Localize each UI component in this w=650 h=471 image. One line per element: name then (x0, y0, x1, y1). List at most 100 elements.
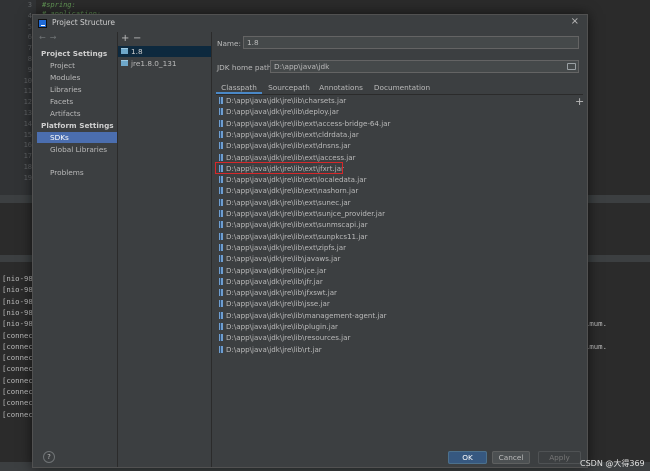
close-icon[interactable]: × (571, 16, 579, 27)
classpath-item-label: D:\app\java\jdk\jre\lib\jce.jar (226, 265, 327, 275)
line-number: 12 (23, 98, 32, 107)
jar-icon (219, 97, 223, 104)
classpath-item-label: D:\app\java\jdk\jre\lib\resources.jar (226, 333, 351, 343)
classpath-item[interactable]: D:\app\java\jdk\jre\lib\jsse.jar (216, 298, 572, 309)
line-number: 19 (23, 173, 32, 182)
classpath-item[interactable]: D:\app\java\jdk\jre\lib\ext\sunec.jar (216, 197, 572, 208)
line-number: 15 (23, 130, 32, 139)
apply-button[interactable]: Apply (538, 451, 581, 464)
name-field[interactable]: 1.8 (243, 36, 579, 49)
cancel-button[interactable]: Cancel (492, 451, 530, 464)
classpath-item-label: D:\app\java\jdk\jre\lib\charsets.jar (226, 96, 347, 105)
sdk-list-panel: + − 1.8 jre1.8.0_131 (118, 32, 211, 467)
classpath-item[interactable]: D:\app\java\jdk\jre\lib\deploy.jar (216, 106, 572, 117)
classpath-item[interactable]: D:\app\java\jdk\jre\lib\management-agent… (216, 310, 572, 321)
jar-icon (219, 187, 223, 195)
jar-icon (219, 311, 223, 319)
classpath-item-label: D:\app\java\jdk\jre\lib\ext\dnsns.jar (226, 141, 351, 151)
sdk-item-label: 1.8 (131, 47, 143, 56)
jar-icon (219, 243, 223, 251)
ok-button[interactable]: OK (448, 451, 487, 464)
jdk-home-label: JDK home path: (217, 63, 274, 72)
platform-settings-header: Platform Settings (41, 121, 114, 130)
jar-icon (219, 130, 223, 138)
nav-item-artifacts[interactable]: Artifacts (37, 108, 117, 119)
classpath-item-label: D:\app\java\jdk\jre\lib\ext\sunjce_provi… (226, 209, 386, 218)
classpath-item[interactable]: D:\app\java\jdk\jre\lib\resources.jar (216, 332, 572, 343)
jar-icon (219, 232, 223, 240)
jar-icon (219, 153, 223, 161)
classpath-item[interactable]: D:\app\java\jdk\jre\lib\ext\sunmscapi.ja… (216, 219, 572, 230)
tab-annotations[interactable]: Annotations (315, 81, 367, 94)
classpath-item[interactable]: D:\app\java\jdk\jre\lib\ext\dnsns.jar (216, 140, 572, 151)
classpath-item[interactable]: D:\app\java\jdk\jre\lib\ext\cldrdata.jar (216, 129, 572, 140)
remove-sdk-button[interactable]: − (133, 33, 141, 44)
classpath-item-label: D:\app\java\jdk\jre\lib\ext\nashorn.jar (226, 186, 359, 196)
classpath-item[interactable]: D:\app\java\jdk\jre\lib\jfxswt.jar (216, 287, 572, 298)
nav-item-libraries[interactable]: Libraries (37, 84, 117, 95)
classpath-item[interactable]: D:\app\java\jdk\jre\lib\ext\zipfs.jar (216, 242, 572, 253)
folder-icon (121, 48, 128, 54)
console-line-tail: imum. (585, 319, 607, 328)
classpath-item-label: D:\app\java\jdk\jre\lib\jfxswt.jar (226, 288, 337, 298)
jar-icon (219, 255, 223, 263)
classpath-item[interactable]: D:\app\java\jdk\jre\lib\javaws.jar (216, 253, 572, 264)
line-number: 13 (23, 109, 32, 117)
classpath-item-label: D:\app\java\jdk\jre\lib\ext\access-bridg… (226, 118, 391, 128)
add-sdk-button[interactable]: + (121, 33, 129, 44)
jar-icon (219, 323, 223, 330)
jar-icon (219, 221, 223, 229)
dialog-titlebar[interactable]: Project Structure × (33, 15, 587, 32)
nav-item-global-libraries[interactable]: Global Libraries (37, 144, 117, 155)
jdk-home-field[interactable]: D:\app\java\jdk (270, 60, 579, 73)
classpath-item[interactable]: D:\app\java\jdk\jre\lib\plugin.jar (216, 321, 572, 332)
sdk-item-1-8[interactable]: 1.8 (118, 46, 211, 57)
classpath-item[interactable]: D:\app\java\jdk\jre\lib\ext\nashorn.jar (216, 185, 572, 196)
classpath-item[interactable]: D:\app\java\jdk\jre\lib\ext\sunjce_provi… (216, 208, 572, 219)
sdk-divider[interactable] (211, 32, 212, 467)
back-forward-arrows[interactable]: ←→ (39, 33, 60, 42)
tab-classpath[interactable]: Classpath (216, 81, 262, 94)
jar-icon (219, 300, 223, 308)
nav-item-problems[interactable]: Problems (37, 167, 117, 178)
nav-item-modules[interactable]: Modules (37, 72, 117, 83)
classpath-item[interactable]: D:\app\java\jdk\jre\lib\jce.jar (216, 265, 572, 276)
jar-icon (219, 108, 223, 116)
classpath-item[interactable]: D:\app\java\jdk\jre\lib\rt.jar (216, 344, 572, 355)
help-button[interactable]: ? (43, 451, 55, 463)
classpath-item-label: D:\app\java\jdk\jre\lib\plugin.jar (226, 322, 338, 331)
jdk-home-value: D:\app\java\jdk (274, 62, 330, 71)
jar-icon (219, 289, 223, 297)
nav-item-sdks[interactable]: SDKs (37, 132, 117, 143)
project-settings-header: Project Settings (41, 49, 108, 58)
classpath-item-label: D:\app\java\jdk\jre\lib\jsse.jar (226, 299, 330, 309)
tab-sourcepath[interactable]: Sourcepath (265, 81, 313, 94)
tab-documentation-paths[interactable]: Documentation Paths (366, 81, 438, 105)
nav-item-project[interactable]: Project (37, 60, 117, 71)
dialog-title: Project Structure (52, 18, 115, 27)
add-path-button[interactable]: + (575, 95, 584, 108)
name-label: Name: (217, 39, 241, 48)
line-number: 18 (23, 163, 32, 171)
line-gutter: 3 4 5 6 7 8 9 10 11 12 13 14 15 16 17 18 19 (0, 0, 36, 195)
classpath-item-label: D:\app\java\jdk\jre\lib\ext\zipfs.jar (226, 242, 347, 252)
screen: 345678910111213141516171819 #spring: # a… (0, 0, 650, 471)
classpath-item[interactable]: D:\app\java\jdk\jre\lib\ext\access-bridg… (216, 118, 572, 129)
classpath-item[interactable]: D:\app\java\jdk\jre\lib\ext\sunpkcs11.ja… (216, 231, 572, 242)
jar-icon (219, 277, 223, 285)
nav-item-facets[interactable]: Facets (37, 96, 117, 107)
sdk-item-label: jre1.8.0_131 (131, 59, 177, 68)
classpath-item-label: D:\app\java\jdk\jre\lib\jfr.jar (226, 276, 323, 286)
project-structure-dialog: Project Structure × ←→ Project Settings … (32, 14, 588, 468)
classpath-list[interactable]: D:\app\java\jdk\jre\lib\charsets.jar D:\a… (216, 95, 572, 459)
jar-icon (219, 266, 223, 274)
folder-browse-icon[interactable] (567, 63, 576, 70)
intellij-app-icon (38, 19, 47, 28)
classpath-item[interactable]: D:\app\java\jdk\jre\lib\jfr.jar (216, 276, 572, 287)
line-number: 17 (23, 152, 32, 161)
classpath-item[interactable]: D:\app\java\jdk\jre\lib\charsets.jar (216, 95, 572, 106)
classpath-item-label: D:\app\java\jdk\jre\lib\ext\localedata.j… (226, 175, 367, 185)
sdk-item-jre[interactable]: jre1.8.0_131 (118, 58, 211, 69)
classpath-item-label: D:\app\java\jdk\jre\lib\rt.jar (226, 344, 322, 354)
classpath-item[interactable]: D:\app\java\jdk\jre\lib\ext\localedata.j… (216, 174, 572, 185)
